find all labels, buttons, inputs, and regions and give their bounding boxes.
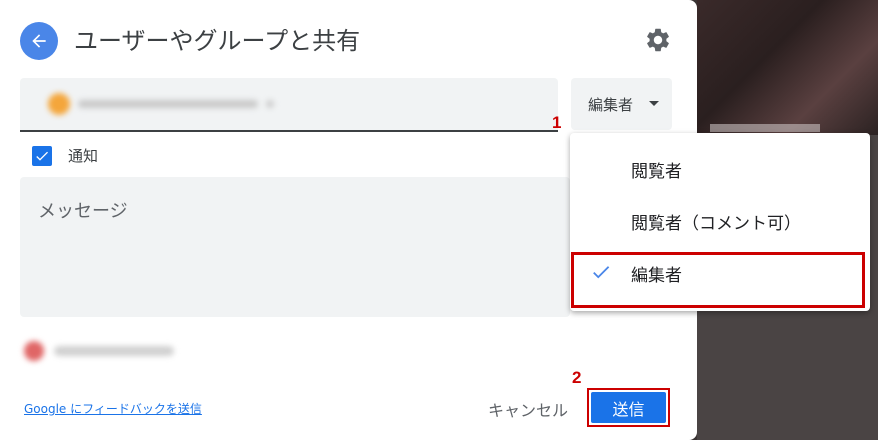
redacted-email bbox=[78, 100, 258, 108]
cancel-button[interactable]: キャンセル bbox=[488, 397, 568, 421]
notify-checkbox[interactable] bbox=[32, 145, 52, 166]
editor-highlight-box bbox=[571, 252, 865, 308]
redacted-text bbox=[54, 346, 174, 356]
message-placeholder: メッセージ bbox=[38, 201, 128, 222]
remove-chip-icon[interactable] bbox=[266, 100, 274, 108]
menu-item-label: 閲覧者（コメント可） bbox=[631, 214, 801, 234]
send-button[interactable]: 送信 bbox=[591, 392, 666, 423]
notify-label: 通知 bbox=[68, 147, 99, 165]
back-button[interactable] bbox=[20, 22, 58, 60]
recipient-chip-redacted[interactable] bbox=[48, 93, 298, 115]
menu-item-viewer[interactable]: 閲覧者 bbox=[570, 143, 870, 195]
dialog-title: ユーザーやグループと共有 bbox=[74, 27, 361, 55]
background-photo bbox=[697, 0, 878, 135]
menu-item-label: 閲覧者 bbox=[631, 162, 682, 182]
menu-item-commenter[interactable]: 閲覧者（コメント可） bbox=[570, 195, 870, 247]
avatar bbox=[24, 341, 44, 361]
gear-icon[interactable] bbox=[644, 26, 672, 54]
message-textarea[interactable]: メッセージ bbox=[20, 177, 570, 317]
annotation-step-1: 1 bbox=[552, 113, 562, 132]
check-icon bbox=[36, 151, 48, 161]
redacted-owner-chip bbox=[24, 336, 194, 366]
arrow-left-icon bbox=[32, 34, 46, 48]
send-button-highlight: 送信 bbox=[587, 388, 670, 427]
caret-down-icon bbox=[649, 101, 659, 106]
role-dropdown[interactable]: 編集者 bbox=[571, 78, 672, 130]
avatar bbox=[48, 93, 70, 115]
notify-option[interactable]: 通知 bbox=[32, 145, 98, 166]
background-strip bbox=[710, 124, 820, 132]
annotation-step-2: 2 bbox=[572, 368, 582, 387]
feedback-link[interactable]: Google にフィードバックを送信 bbox=[24, 400, 202, 417]
role-dropdown-label: 編集者 bbox=[588, 96, 634, 114]
recipient-input[interactable] bbox=[20, 78, 558, 132]
